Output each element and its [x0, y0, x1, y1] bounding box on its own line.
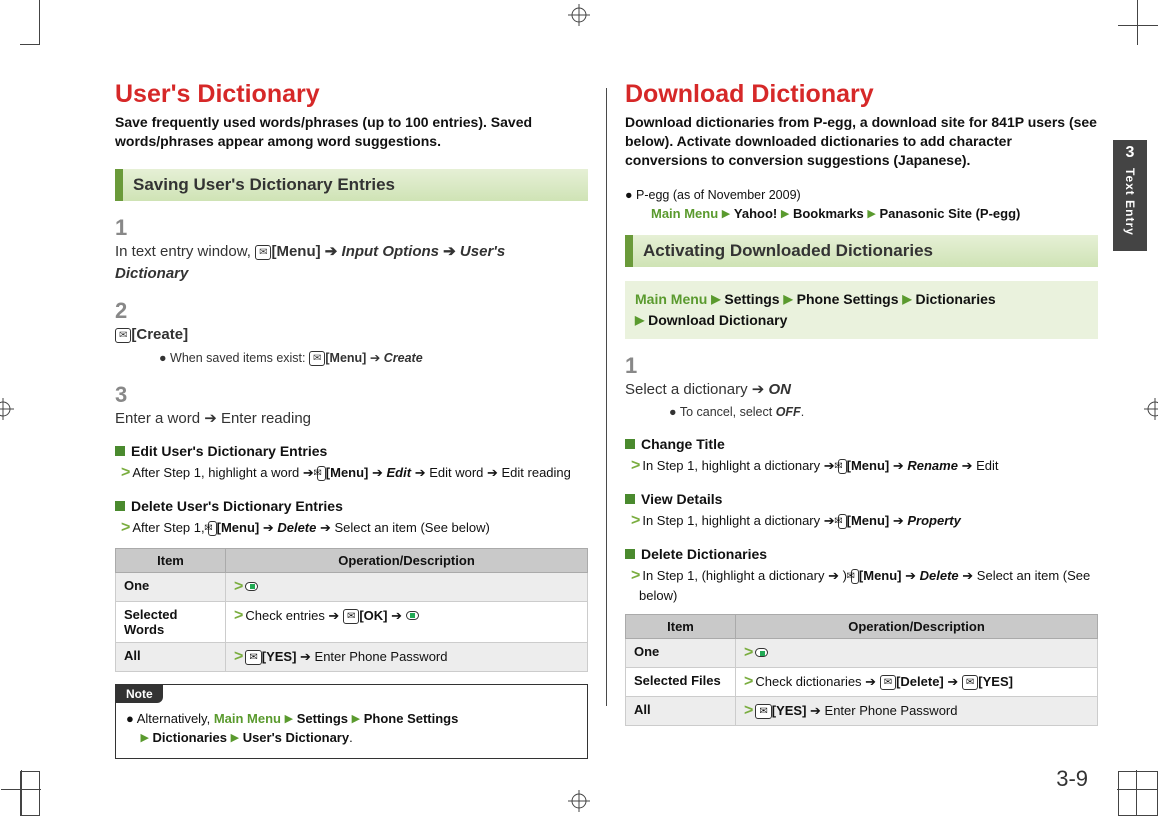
mail-icon: ✉ — [755, 704, 771, 719]
delete-desc: >After Step 1, ✉[Menu] ➔ Delete ➔ Select… — [129, 516, 588, 539]
delete-table-right: ItemOperation/Description One> Selected … — [625, 614, 1098, 726]
registration-mark — [0, 398, 14, 420]
crop-mark — [20, 771, 40, 816]
nav-path: Main Menu ▶ Yahoo! ▶ Bookmarks ▶ Panason… — [651, 206, 1098, 221]
title-left: User's Dictionary — [115, 80, 588, 109]
chapter-label: Text Entry — [1123, 168, 1137, 236]
th-op: Operation/Description — [226, 548, 588, 572]
table-row: One> — [116, 572, 588, 601]
step-1: 1 In text entry window, ✉[Menu] ➔ Input … — [115, 215, 588, 285]
square-bullet-icon — [625, 549, 635, 559]
change-title-heading: Change Title — [625, 436, 1098, 452]
left-column: User's Dictionary Save frequently used w… — [115, 80, 588, 776]
th-item: Item — [626, 615, 736, 639]
delete-heading: Delete User's Dictionary Entries — [115, 498, 588, 514]
square-bullet-icon — [625, 494, 635, 504]
edit-heading: Edit User's Dictionary Entries — [115, 443, 588, 459]
step-note: When saved items exist: ✉[Menu] ➔ Create — [159, 350, 588, 368]
mail-icon: ✉ — [309, 351, 325, 366]
square-bullet-icon — [625, 439, 635, 449]
mail-icon: ✉ — [851, 569, 859, 584]
right-column: Download Dictionary Download dictionarie… — [625, 80, 1098, 776]
pegg-note: ● P-egg (as of November 2009) — [625, 188, 1098, 202]
note-body: ● Alternatively, Main Menu ▶ Settings ▶ … — [116, 703, 587, 758]
step-text: ✉[Create] — [115, 324, 558, 346]
note-box: Note ● Alternatively, Main Menu ▶ Settin… — [115, 684, 588, 759]
mail-icon: ✉ — [838, 514, 846, 529]
view-details-desc: >In Step 1, highlight a dictionary ➔ ✉[M… — [639, 509, 1098, 532]
mail-icon: ✉ — [880, 675, 896, 690]
change-title-desc: >In Step 1, highlight a dictionary ➔ ✉[M… — [639, 454, 1098, 477]
section-activating: Activating Downloaded Dictionaries — [625, 235, 1098, 267]
view-details-heading: View Details — [625, 491, 1098, 507]
square-bullet-icon — [115, 501, 125, 511]
center-key-icon — [245, 582, 258, 591]
chapter-number: 3 — [1113, 144, 1147, 162]
mail-icon: ✉ — [343, 609, 359, 624]
delete-table-left: ItemOperation/Description One> Selected … — [115, 548, 588, 672]
mail-icon: ✉ — [962, 675, 978, 690]
step-text: Select a dictionary ➔ ON — [625, 379, 1068, 401]
th-op: Operation/Description — [736, 615, 1098, 639]
step-note: To cancel, select OFF. — [669, 404, 1098, 422]
mail-icon: ✉ — [255, 245, 271, 260]
mail-icon: ✉ — [838, 459, 846, 474]
mail-icon: ✉ — [115, 328, 131, 343]
table-row: All>✉[YES] ➔ Enter Phone Password — [116, 642, 588, 671]
table-row: Selected Files>Check dictionaries ➔ ✉[De… — [626, 668, 1098, 697]
mail-icon: ✉ — [208, 521, 216, 536]
registration-mark — [1144, 398, 1158, 420]
title-right: Download Dictionary — [625, 80, 1098, 109]
column-divider — [606, 88, 607, 706]
desc-left: Save frequently used words/phrases (up t… — [115, 113, 588, 151]
mail-icon: ✉ — [245, 650, 261, 665]
step-text: Enter a word ➔ Enter reading — [115, 408, 558, 430]
delete-dict-desc: >In Step 1, (highlight a dictionary ➔ ) … — [639, 564, 1098, 606]
mainmenu-path: Main Menu ▶ Settings ▶ Phone Settings ▶ … — [625, 281, 1098, 339]
step-2: 2 ✉[Create] When saved items exist: ✉[Me… — [115, 298, 588, 367]
delete-dict-heading: Delete Dictionaries — [625, 546, 1098, 562]
chapter-tab: 3 Text Entry — [1113, 140, 1147, 251]
square-bullet-icon — [115, 446, 125, 456]
step-number: 1 — [115, 215, 141, 241]
table-row: Selected Words>Check entries ➔ ✉[OK] ➔ — [116, 601, 588, 642]
center-key-icon — [406, 611, 419, 620]
center-key-icon — [755, 648, 768, 657]
table-row: One> — [626, 639, 1098, 668]
step-3: 3 Enter a word ➔ Enter reading — [115, 382, 588, 430]
note-label: Note — [116, 685, 163, 703]
step-number: 2 — [115, 298, 141, 324]
step-1-right: 1 Select a dictionary ➔ ON To cancel, se… — [625, 353, 1098, 422]
crop-mark — [20, 0, 40, 45]
step-text: In text entry window, ✉[Menu] ➔ Input Op… — [115, 241, 558, 285]
th-item: Item — [116, 548, 226, 572]
registration-mark — [568, 4, 590, 26]
page-content: User's Dictionary Save frequently used w… — [115, 80, 1098, 776]
desc-right: Download dictionaries from P-egg, a down… — [625, 113, 1098, 170]
crop-mark — [1118, 771, 1158, 816]
section-saving: Saving User's Dictionary Entries — [115, 169, 588, 201]
mail-icon: ✉ — [317, 466, 325, 481]
step-number: 3 — [115, 382, 141, 408]
crop-mark — [1118, 0, 1158, 45]
table-row: All>✉[YES] ➔ Enter Phone Password — [626, 697, 1098, 726]
edit-desc: >After Step 1, highlight a word ➔ ✉[Menu… — [129, 461, 588, 484]
registration-mark — [568, 790, 590, 812]
step-number: 1 — [625, 353, 651, 379]
page-number: 3-9 — [1056, 766, 1088, 792]
